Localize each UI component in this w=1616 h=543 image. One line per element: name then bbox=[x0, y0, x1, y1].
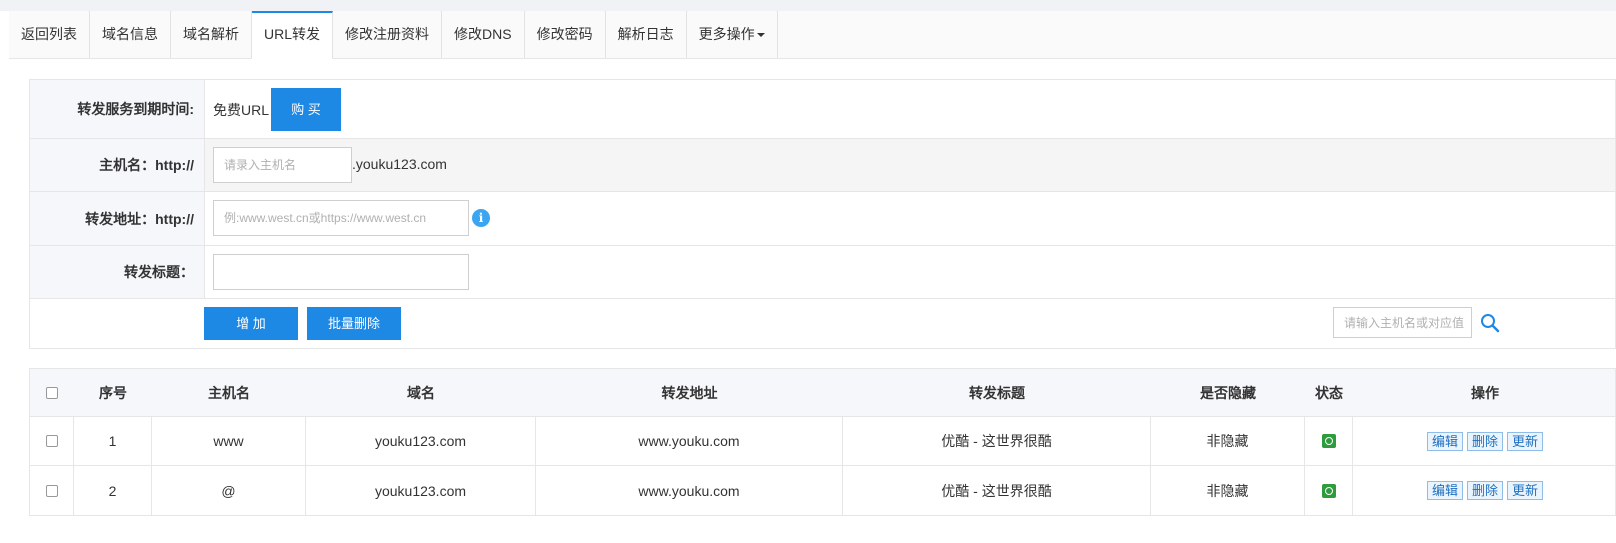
tab-edit-dns[interactable]: 修改DNS bbox=[442, 11, 525, 58]
col-domain: 域名 bbox=[407, 384, 435, 401]
col-status: 状态 bbox=[1315, 384, 1343, 401]
row-index: 1 bbox=[74, 417, 152, 465]
tab-change-password[interactable]: 修改密码 bbox=[525, 11, 606, 58]
host-label: 主机名：http:// bbox=[30, 139, 205, 191]
delete-button[interactable]: 删除 bbox=[1466, 481, 1503, 500]
more-actions-label: 更多操作 bbox=[698, 26, 755, 42]
page: 返回列表 域名信息 域名解析 URL转发 修改注册资料 修改DNS 修改密码 解… bbox=[0, 11, 1616, 543]
info-icon[interactable]: i bbox=[472, 209, 490, 227]
url-label: 转发地址：http:// bbox=[30, 192, 205, 245]
forward-title-input[interactable] bbox=[213, 254, 469, 290]
table-header: 序号 主机名 域名 转发地址 转发标题 是否隐藏 状态 操作 bbox=[30, 369, 1615, 417]
tab-domain-dns-records[interactable]: 域名解析 bbox=[171, 11, 252, 58]
row-hidden: 非隐藏 bbox=[1151, 417, 1305, 465]
col-actions: 操作 bbox=[1471, 384, 1499, 401]
tab-dns-log[interactable]: 解析日志 bbox=[606, 11, 687, 58]
tab-url-forward[interactable]: URL转发 bbox=[252, 11, 334, 59]
add-button[interactable]: 增 加 bbox=[204, 307, 298, 340]
forward-url-input[interactable] bbox=[213, 200, 469, 236]
row-select-cell bbox=[30, 466, 74, 515]
table-row: 1 www youku123.com www.youku.com 优酷 - 这世… bbox=[30, 417, 1615, 466]
status-enabled-icon[interactable] bbox=[1321, 483, 1336, 498]
edit-button[interactable]: 编辑 bbox=[1426, 431, 1463, 451]
caret-down-icon bbox=[756, 33, 765, 38]
row-host: www bbox=[152, 417, 306, 465]
row-host: @ bbox=[152, 466, 306, 515]
row-domain: youku123.com bbox=[306, 417, 536, 465]
row-status bbox=[1305, 466, 1353, 515]
forward-table: 序号 主机名 域名 转发地址 转发标题 是否隐藏 状态 操作 1 www you… bbox=[29, 368, 1616, 516]
table-row: 2 @ youku123.com www.youku.com 优酷 - 这世界很… bbox=[30, 466, 1615, 515]
row-title: 优酷 - 这世界很酷 bbox=[843, 417, 1151, 465]
title-row: 转发标题： bbox=[30, 246, 1615, 299]
row-url: www.youku.com bbox=[536, 417, 843, 465]
select-all-checkbox[interactable] bbox=[46, 386, 58, 399]
title-label: 转发标题： bbox=[30, 246, 205, 298]
row-checkbox[interactable] bbox=[45, 435, 58, 447]
row-checkbox[interactable] bbox=[45, 484, 58, 497]
search-icon[interactable] bbox=[1480, 313, 1500, 333]
tab-back-to-list[interactable]: 返回列表 bbox=[9, 11, 90, 58]
status-enabled-icon[interactable] bbox=[1321, 434, 1336, 448]
col-hidden: 是否隐藏 bbox=[1200, 384, 1256, 401]
col-index: 序号 bbox=[99, 384, 127, 401]
expire-value: 免费URL bbox=[213, 102, 270, 118]
url-row: 转发地址：http:// i bbox=[30, 192, 1615, 246]
row-hidden: 非隐藏 bbox=[1151, 466, 1305, 515]
col-title: 转发标题 bbox=[969, 384, 1025, 401]
forward-form: 转发服务到期时间: 免费URL 购 买 主机名：http:// .youku12… bbox=[29, 79, 1616, 349]
col-host: 主机名 bbox=[208, 384, 250, 401]
host-row: 主机名：http:// .youku123.com bbox=[30, 139, 1615, 192]
actions-row: 增 加 批量删除 bbox=[30, 299, 1615, 349]
row-status bbox=[1305, 417, 1353, 465]
update-button[interactable]: 更新 bbox=[1507, 481, 1544, 500]
row-url: www.youku.com bbox=[536, 466, 843, 515]
select-all-cell bbox=[30, 369, 74, 416]
expire-label: 转发服务到期时间: bbox=[30, 80, 205, 138]
tab-bar: 返回列表 域名信息 域名解析 URL转发 修改注册资料 修改DNS 修改密码 解… bbox=[9, 11, 1616, 59]
batch-delete-button[interactable]: 批量删除 bbox=[307, 307, 401, 340]
domain-suffix: .youku123.com bbox=[352, 156, 447, 172]
expire-row: 转发服务到期时间: 免费URL 购 买 bbox=[30, 80, 1615, 139]
edit-button[interactable]: 编辑 bbox=[1426, 481, 1463, 500]
delete-button[interactable]: 删除 bbox=[1466, 431, 1503, 451]
row-select-cell bbox=[30, 417, 74, 465]
row-actions: 编辑 删除 更新 bbox=[1353, 417, 1616, 465]
col-url: 转发地址 bbox=[661, 384, 718, 401]
host-input[interactable] bbox=[213, 147, 352, 183]
buy-button[interactable]: 购 买 bbox=[271, 88, 341, 131]
row-actions: 编辑 删除 更新 bbox=[1353, 466, 1616, 515]
tab-more-actions[interactable]: 更多操作 bbox=[687, 11, 778, 58]
tab-domain-info[interactable]: 域名信息 bbox=[90, 11, 171, 58]
update-button[interactable]: 更新 bbox=[1507, 431, 1544, 451]
row-title: 优酷 - 这世界很酷 bbox=[843, 466, 1151, 515]
search-input[interactable] bbox=[1333, 307, 1472, 338]
row-index: 2 bbox=[74, 466, 152, 515]
row-domain: youku123.com bbox=[306, 466, 536, 515]
tab-edit-registrant[interactable]: 修改注册资料 bbox=[333, 11, 443, 58]
